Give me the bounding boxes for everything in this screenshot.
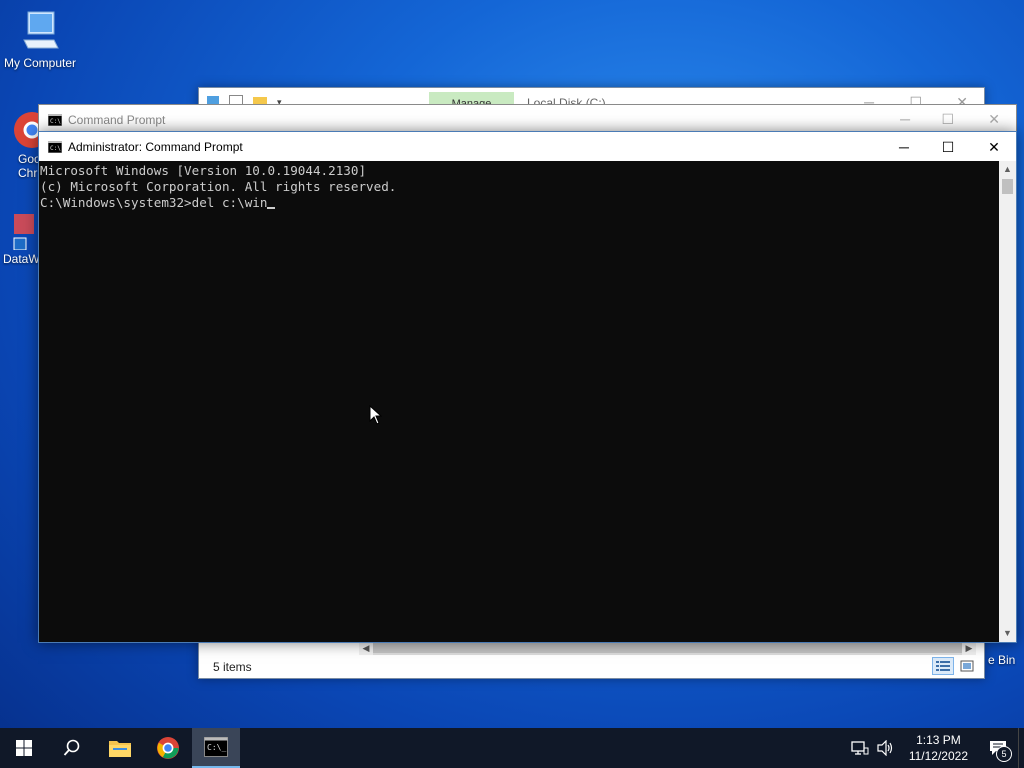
desktop-icon-recycle-bin-label[interactable]: e Bin [988,653,1015,667]
folder-icon [109,741,131,757]
window-title: Administrator: Command Prompt [68,140,243,154]
scroll-down-icon[interactable]: ▼ [999,625,1016,642]
mouse-pointer-icon [369,405,382,425]
start-button[interactable] [0,728,48,768]
large-icons-view-icon [960,660,974,672]
computer-icon [23,11,59,49]
text-cursor [267,207,276,209]
maximize-button[interactable]: ☐ [926,135,970,159]
windows-logo-icon [16,740,32,756]
svg-text:C:\: C:\ [50,118,61,125]
console-input-line[interactable]: C:\Windows\system32>del c:\win [40,195,999,211]
taskbar: C:\_ 1:13 PM 11/12/2022 5 [0,728,1024,768]
clock-time: 1:13 PM [916,733,961,747]
maximize-button[interactable]: ☐ [941,111,954,128]
item-count: 5 items [213,660,252,674]
console-line: Microsoft Windows [Version 10.0.19044.21… [40,163,367,178]
scroll-right-icon[interactable]: ▶ [962,641,976,655]
details-view-icon [936,661,950,671]
status-bar: 5 items [199,656,984,678]
chrome-icon [157,737,179,759]
scroll-left-icon[interactable]: ◀ [359,641,373,655]
close-button[interactable]: ✕ [988,111,1000,128]
taskbar-chrome[interactable] [144,728,192,768]
scrollbar-thumb[interactable] [373,643,962,653]
search-icon [63,739,80,756]
taskbar-command-prompt[interactable]: C:\_ [192,728,240,768]
console-icon: C:\ [48,141,62,153]
vertical-scrollbar[interactable]: ▲ ▼ [999,161,1016,642]
app-shortcut-icon [13,214,34,250]
show-desktop-button[interactable] [1018,728,1024,768]
minimize-button[interactable]: ─ [900,111,910,127]
desktop-icon-google-chrome[interactable]: Goo Chr [0,110,40,180]
notification-count-badge: 5 [996,746,1012,762]
close-button[interactable]: ✕ [972,135,1016,159]
volume-icon[interactable] [877,740,895,756]
network-icon[interactable] [851,740,869,756]
action-center-button[interactable]: 5 [978,728,1018,768]
desktop-icon-label: DataW [3,252,40,266]
desktop-icon-dataw[interactable]: DataW [0,210,40,266]
desktop-icon-label: Goo Chr [18,152,40,180]
command-prompt-window[interactable]: C:\ Administrator: Command Prompt ─ ☐ ✕ … [38,131,1017,643]
svg-text:C:\_: C:\_ [207,743,226,752]
search-button[interactable] [48,728,96,768]
window-title: Command Prompt [68,113,166,127]
console-line: (c) Microsoft Corporation. All rights re… [40,179,397,194]
chrome-icon [14,112,40,148]
desktop-icon-label: My Computer [3,56,77,70]
console-icon: C:\_ [204,737,228,757]
large-icons-view-button[interactable] [956,657,978,675]
cmd-titlebar[interactable]: C:\ Administrator: Command Prompt ─ ☐ ✕ [39,132,1016,161]
console-icon: C:\ [48,114,62,126]
clock-date: 11/12/2022 [908,749,968,763]
details-view-button[interactable] [932,657,954,675]
scroll-up-icon[interactable]: ▲ [999,161,1016,178]
console-output[interactable]: Microsoft Windows [Version 10.0.19044.21… [39,161,999,642]
minimize-button[interactable]: ─ [882,135,926,159]
svg-text:C:\: C:\ [50,145,61,152]
taskbar-file-explorer[interactable] [96,728,144,768]
scrollbar-thumb[interactable] [1002,179,1013,194]
desktop-icon-my-computer[interactable]: My Computer [0,10,80,70]
horizontal-scrollbar[interactable]: ◀ ▶ [359,641,976,655]
command-input[interactable]: C:\Windows\system32>del c:\win [40,195,267,210]
taskbar-clock[interactable]: 1:13 PM 11/12/2022 [909,732,968,764]
